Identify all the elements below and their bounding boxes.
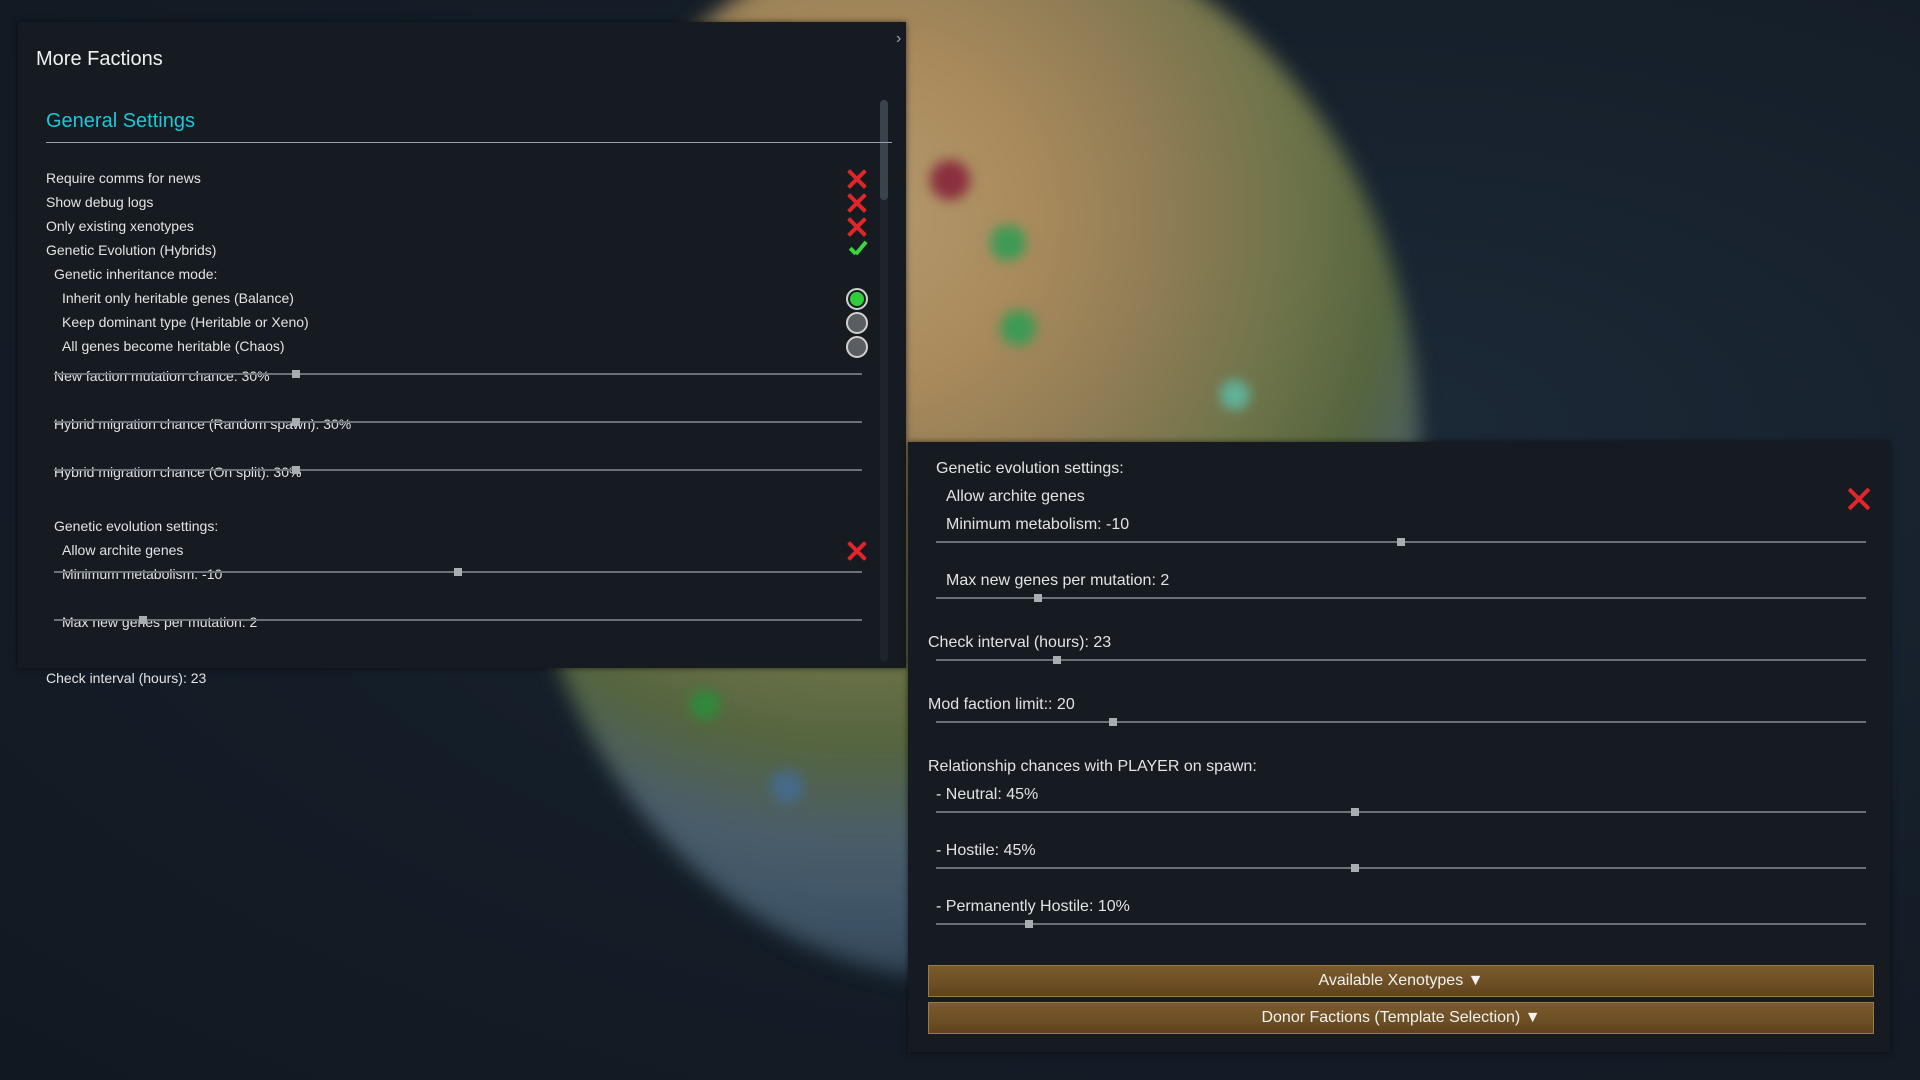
slider-label: Check interval (hours): 23: [928, 634, 1112, 651]
radio-button-selected[interactable]: [846, 288, 868, 310]
map-marker: [930, 160, 970, 200]
check-interval-slider[interactable]: [936, 656, 1866, 664]
check-interval-label: Check interval (hours): 23: [46, 670, 207, 686]
map-marker: [770, 770, 804, 804]
slider-thumb[interactable]: [1350, 808, 1359, 816]
slider-label: - Permanently Hostile: 10%: [936, 898, 1130, 915]
slider-thumb[interactable]: [292, 370, 301, 378]
toggle-off-icon[interactable]: [1846, 486, 1872, 512]
divider: [46, 142, 892, 143]
toggle-off-icon[interactable]: [846, 168, 868, 190]
slider-label: - Hostile: 45%: [936, 842, 1036, 859]
section-title: General Settings: [46, 110, 195, 132]
neutral-chance-slider[interactable]: [936, 808, 1866, 816]
slider-thumb[interactable]: [454, 568, 462, 576]
toggle-on-icon[interactable]: [846, 239, 868, 261]
toggle-label: Require comms for news: [46, 170, 201, 186]
slider-thumb[interactable]: [138, 616, 147, 624]
inheritance-mode-label: Genetic inheritance mode:: [54, 266, 218, 282]
slider-thumb[interactable]: [1397, 538, 1405, 546]
allow-archite-label: Allow archite genes: [62, 542, 184, 558]
slider-thumb[interactable]: [1350, 864, 1359, 872]
toggle-label: Only existing xenotypes: [46, 218, 194, 234]
max-genes-slider[interactable]: [936, 594, 1866, 602]
radio-button[interactable]: [846, 336, 868, 358]
slider-track: [54, 619, 862, 621]
toggle-off-icon[interactable]: [846, 192, 868, 214]
map-marker: [990, 225, 1026, 261]
slider-track: [936, 867, 1866, 869]
slider-track: [54, 469, 862, 471]
toggle-label: Genetic Evolution (Hybrids): [46, 242, 217, 258]
slider-thumb[interactable]: [1108, 718, 1117, 726]
allow-archite-label: Allow archite genes: [946, 488, 1085, 505]
map-marker: [1220, 380, 1250, 410]
scrollbar[interactable]: [880, 100, 888, 662]
slider-track: [936, 597, 1866, 599]
min-metabolism-slider[interactable]: [54, 568, 862, 576]
window-title: More Factions: [36, 48, 163, 70]
slider-track: [936, 659, 1866, 661]
donor-factions-button[interactable]: Donor Factions (Template Selection) ▼: [928, 1002, 1874, 1034]
toggle-off-icon[interactable]: [846, 216, 868, 238]
slider-track: [936, 721, 1866, 723]
evolution-settings-label: Genetic evolution settings:: [936, 460, 1124, 477]
hostile-chance-slider[interactable]: [936, 864, 1866, 872]
faction-limit-slider[interactable]: [936, 718, 1866, 726]
available-xenotypes-button[interactable]: Available Xenotypes ▼: [928, 965, 1874, 997]
toggle-off-icon[interactable]: [846, 540, 868, 562]
slider-track: [54, 421, 862, 423]
detail-panel: Genetic evolution settings: Allow archit…: [908, 442, 1890, 1052]
slider-thumb[interactable]: [292, 466, 301, 474]
settings-window: More Factions › General Settings Require…: [18, 22, 906, 686]
toggle-label: Show debug logs: [46, 194, 154, 210]
migration-split-slider[interactable]: [54, 466, 862, 474]
relationship-label: Relationship chances with PLAYER on spaw…: [928, 758, 1257, 775]
slider-track: [54, 373, 862, 375]
close-icon[interactable]: ›: [896, 30, 901, 48]
slider-track: [936, 923, 1866, 925]
radio-label: Keep dominant type (Heritable or Xeno): [62, 314, 309, 330]
slider-label: Max new genes per mutation: 2: [946, 572, 1170, 589]
slider-thumb[interactable]: [1052, 656, 1061, 664]
perm-hostile-chance-slider[interactable]: [936, 920, 1866, 928]
mutation-chance-slider[interactable]: [54, 370, 862, 378]
slider-label: Minimum metabolism: -10: [946, 516, 1130, 533]
radio-label: All genes become heritable (Chaos): [62, 338, 285, 354]
slider-label: - Neutral: 45%: [936, 786, 1039, 803]
radio-button[interactable]: [846, 312, 868, 334]
map-marker: [1000, 310, 1036, 346]
max-genes-slider[interactable]: [54, 616, 862, 624]
scroll-thumb[interactable]: [880, 100, 888, 200]
slider-thumb[interactable]: [292, 418, 301, 426]
migration-random-slider[interactable]: [54, 418, 862, 426]
slider-thumb[interactable]: [1025, 920, 1033, 928]
slider-thumb[interactable]: [1034, 594, 1043, 602]
map-marker: [690, 690, 720, 720]
slider-track: [936, 811, 1866, 813]
slider-label: Mod faction limit:: 20: [928, 696, 1075, 713]
min-metabolism-slider[interactable]: [936, 538, 1866, 546]
evolution-settings-label: Genetic evolution settings:: [54, 518, 219, 534]
radio-label: Inherit only heritable genes (Balance): [62, 290, 294, 306]
